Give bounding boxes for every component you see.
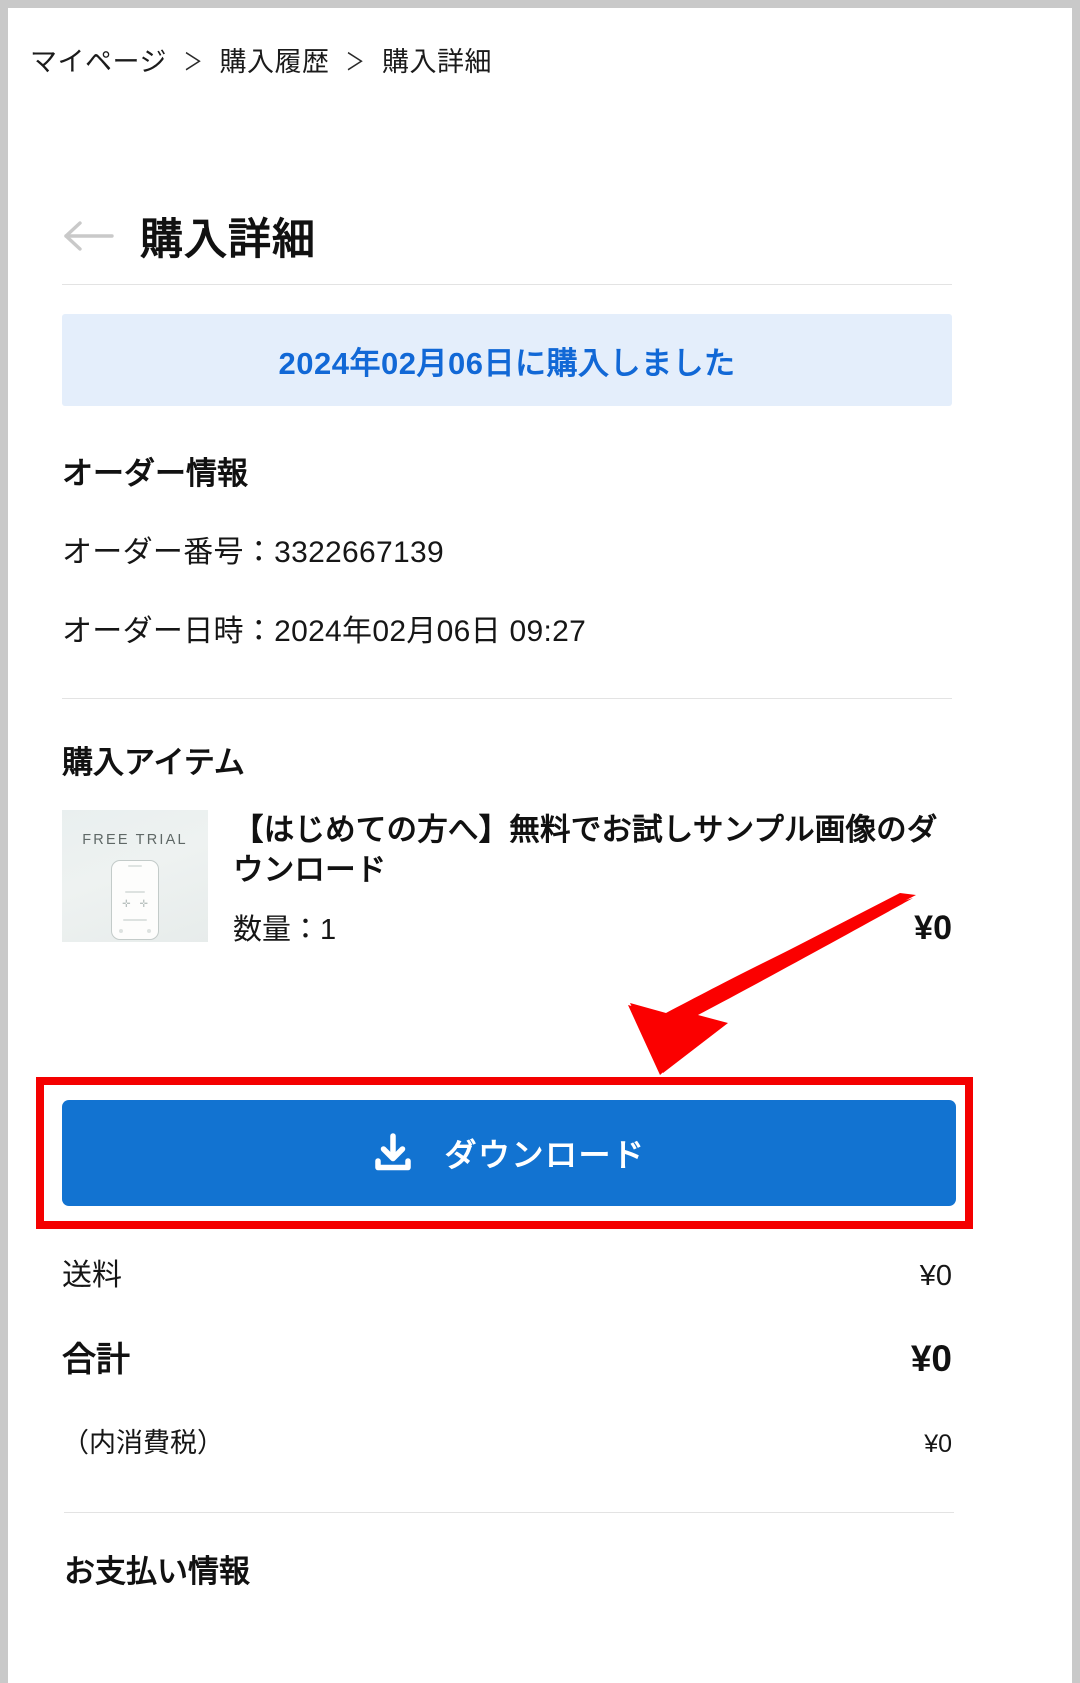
breadcrumb-separator-icon: ＞ <box>345 49 366 76</box>
divider <box>64 1512 954 1513</box>
tax-row: （内消費税） ¥0 <box>62 1421 952 1460</box>
total-value: ¥0 <box>910 1338 952 1379</box>
product-title[interactable]: 【はじめての方へ】無料でお試しサンプル画像のダウンロード <box>233 810 952 891</box>
order-info-heading: オーダー情報 <box>62 456 248 491</box>
totals-section: 送料 ¥0 合計 ¥0 （内消費税） ¥0 <box>62 1244 952 1460</box>
order-number-line: オーダー番号：3322667139 <box>62 536 444 569</box>
order-datetime-line: オーダー日時：2024年02月06日 09:27 <box>62 615 587 648</box>
download-button[interactable]: ダウンロード <box>62 1100 956 1206</box>
product-thumbnail[interactable]: FREE TRIAL ✛ ✛ <box>62 810 208 942</box>
product-meta-row: 数量：1 ¥0 <box>233 906 952 948</box>
total-row: 合計 ¥0 <box>62 1332 952 1381</box>
purchase-status-text: 2024年02月06日に購入しました <box>278 345 736 381</box>
shipping-value: ¥0 <box>919 1260 952 1292</box>
breadcrumb-item-mypage[interactable]: マイページ <box>30 40 167 79</box>
purchase-item-heading: 購入アイテム <box>62 745 245 780</box>
phone-mockup-icon: ✛ ✛ <box>111 860 159 940</box>
arrow-left-icon[interactable] <box>62 216 118 256</box>
breadcrumb-item-purchase-detail: 購入詳細 <box>381 47 492 77</box>
breadcrumb: マイページ ＞ 購入履歴 ＞ 購入詳細 <box>30 40 492 79</box>
shipping-row: 送料 ¥0 <box>62 1250 952 1294</box>
breadcrumb-item-purchase-history[interactable]: 購入履歴 <box>219 40 329 79</box>
purchase-status-banner: 2024年02月06日に購入しました <box>62 314 952 406</box>
content-column: 購入詳細 2024年02月06日に購入しました オーダー情報 オーダー番号：33… <box>60 188 1000 947</box>
tax-label: （内消費税） <box>62 1428 224 1458</box>
purchase-item-row: FREE TRIAL ✛ ✛ 【はじめての方へ】無料でお試しサンプル画像のダウンロ… <box>62 810 952 947</box>
payment-info-heading: お支払い情報 <box>64 1554 250 1589</box>
download-icon <box>372 1132 414 1174</box>
product-price: ¥0 <box>914 909 952 947</box>
shipping-label: 送料 <box>62 1259 122 1292</box>
breadcrumb-separator-icon: ＞ <box>183 49 204 76</box>
thumbnail-label: FREE TRIAL <box>82 832 188 848</box>
purchase-detail-page: マイページ ＞ 購入履歴 ＞ 購入詳細 購入詳細 2024年02月06日に購入し… <box>8 8 1072 1683</box>
page-title: 購入詳細 <box>140 216 316 264</box>
purchase-item-info: 【はじめての方へ】無料でお試しサンプル画像のダウンロード 数量：1 ¥0 <box>208 810 952 947</box>
tax-value: ¥0 <box>924 1430 952 1458</box>
total-label: 合計 <box>62 1341 130 1379</box>
divider <box>62 284 952 285</box>
download-button-label: ダウンロード <box>444 1137 646 1173</box>
page-header: 購入詳細 <box>60 188 1000 284</box>
product-quantity: 数量：1 <box>233 914 337 946</box>
